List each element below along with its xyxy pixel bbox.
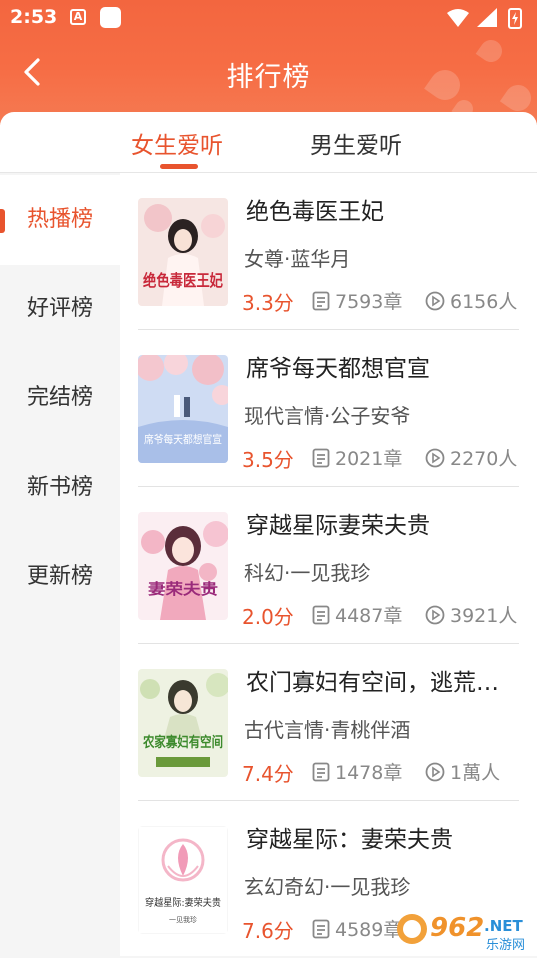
play-icon <box>425 762 445 782</box>
book-item[interactable]: 席爷每天都想官宣 席爷每天都想官宣 现代言情·公子安爷 3.5分 2021章 2… <box>120 330 537 487</box>
svg-text:席爷每天都想官宣: 席爷每天都想官宣 <box>144 432 222 446</box>
svg-text:农家寡妇有空间: 农家寡妇有空间 <box>142 734 223 751</box>
active-tab-indicator <box>160 164 198 169</box>
notification-square-icon <box>100 7 121 28</box>
sidebar-item-praise[interactable]: 好评榜 <box>0 264 120 354</box>
chapters-icon <box>312 291 330 311</box>
book-score: 3.3分 <box>242 291 294 315</box>
wifi-icon <box>447 9 469 27</box>
sidebar-active-indicator <box>0 209 5 233</box>
book-title: 席爷每天都想官宣 <box>246 356 430 382</box>
chapters-icon <box>312 605 330 625</box>
book-cover[interactable]: 绝色毒医王妃 <box>138 198 228 306</box>
svg-text:妻荣夫贵: 妻荣夫贵 <box>148 580 218 598</box>
status-bar: 2:53 A <box>0 0 537 36</box>
sidebar-item-new[interactable]: 新书榜 <box>0 443 120 533</box>
book-score: 7.6分 <box>242 919 294 943</box>
sidebar-item-finished[interactable]: 完结榜 <box>0 353 120 443</box>
listener-count: 3921人 <box>425 601 517 628</box>
book-title: 穿越星际妻荣夫贵 <box>246 513 430 539</box>
book-author: 女尊·蓝华月 <box>244 247 351 271</box>
book-author: 古代言情·青桃伴酒 <box>244 718 411 742</box>
sidebar-item-label: 好评榜 <box>26 296 93 321</box>
book-cover[interactable]: 穿越星际:妻荣夫贵 一见我珍 <box>138 826 228 934</box>
book-author: 现代言情·公子安爷 <box>244 404 411 428</box>
status-time: 2:53 <box>10 6 58 28</box>
svg-text:.NET: .NET <box>484 917 523 935</box>
chapter-count: 7593章 <box>312 287 402 314</box>
chapters-icon <box>312 448 330 468</box>
play-icon <box>425 605 445 625</box>
play-icon <box>425 448 445 468</box>
book-title: 穿越星际：妻荣夫贵 <box>246 827 453 853</box>
book-cover[interactable]: 农家寡妇有空间 <box>138 669 228 777</box>
chapter-count: 4589章 <box>312 915 402 942</box>
book-score: 3.5分 <box>242 448 294 472</box>
svg-text:绝色毒医王妃: 绝色毒医王妃 <box>143 271 223 290</box>
book-author: 科幻·一见我珍 <box>244 561 371 585</box>
sidebar-item-label: 热播榜 <box>26 207 93 232</box>
book-item[interactable]: 农家寡妇有空间 农门寡妇有空间，逃荒… 古代言情·青桃伴酒 7.4分 1478章… <box>120 644 537 801</box>
book-title: 绝色毒医王妃 <box>246 199 384 225</box>
sidebar-item-label: 更新榜 <box>26 564 93 589</box>
book-score: 7.4分 <box>242 762 294 786</box>
svg-text:穿越星际:妻荣夫贵: 穿越星际:妻荣夫贵 <box>145 896 221 909</box>
listener-count: 2270人 <box>425 444 517 471</box>
chapter-count: 4487章 <box>312 601 402 628</box>
book-cover[interactable]: 妻荣夫贵 <box>138 512 228 620</box>
book-score: 2.0分 <box>242 605 294 629</box>
site-watermark: 962 .NET 乐游网 <box>397 913 525 953</box>
book-item[interactable]: 绝色毒医王妃 绝色毒医王妃 女尊·蓝华月 3.3分 7593章 6156人 <box>120 173 537 330</box>
status-right-icons <box>447 8 522 29</box>
signal-icon <box>477 8 497 27</box>
svg-text:乐游网: 乐游网 <box>486 938 525 953</box>
gender-tabs: 女生爱听 男生爱听 <box>0 112 537 173</box>
keyboard-a-icon: A <box>70 9 86 25</box>
tab-male[interactable]: 男生爱听 <box>310 126 402 160</box>
play-icon <box>425 291 445 311</box>
chapter-count: 2021章 <box>312 444 402 471</box>
svg-text:一见我珍: 一见我珍 <box>169 915 197 924</box>
book-cover[interactable]: 席爷每天都想官宣 <box>138 355 228 463</box>
svg-text:962: 962 <box>430 913 484 943</box>
chapter-count: 1478章 <box>312 758 402 785</box>
ranking-sidebar: 热播榜 好评榜 完结榜 新书榜 更新榜 <box>0 173 120 956</box>
page-title: 排行榜 <box>226 62 311 93</box>
book-item[interactable]: 妻荣夫贵 穿越星际妻荣夫贵 科幻·一见我珍 2.0分 4487章 3921人 <box>120 487 537 644</box>
chapters-icon <box>312 919 330 939</box>
book-author: 玄幻奇幻·一见我珍 <box>244 875 411 899</box>
book-title: 农门寡妇有空间，逃荒… <box>246 670 499 696</box>
chapters-icon <box>312 762 330 782</box>
sidebar-item-label: 完结榜 <box>26 385 93 410</box>
listener-count: 6156人 <box>425 287 517 314</box>
sidebar-item-updated[interactable]: 更新榜 <box>0 532 120 622</box>
tab-female[interactable]: 女生爱听 <box>131 126 223 160</box>
book-list: 绝色毒医王妃 绝色毒医王妃 女尊·蓝华月 3.3分 7593章 6156人 席爷… <box>120 173 537 956</box>
sidebar-item-label: 新书榜 <box>26 475 93 500</box>
listener-count: 1萬人 <box>425 758 500 785</box>
sidebar-item-hot[interactable]: 热播榜 <box>0 175 120 265</box>
